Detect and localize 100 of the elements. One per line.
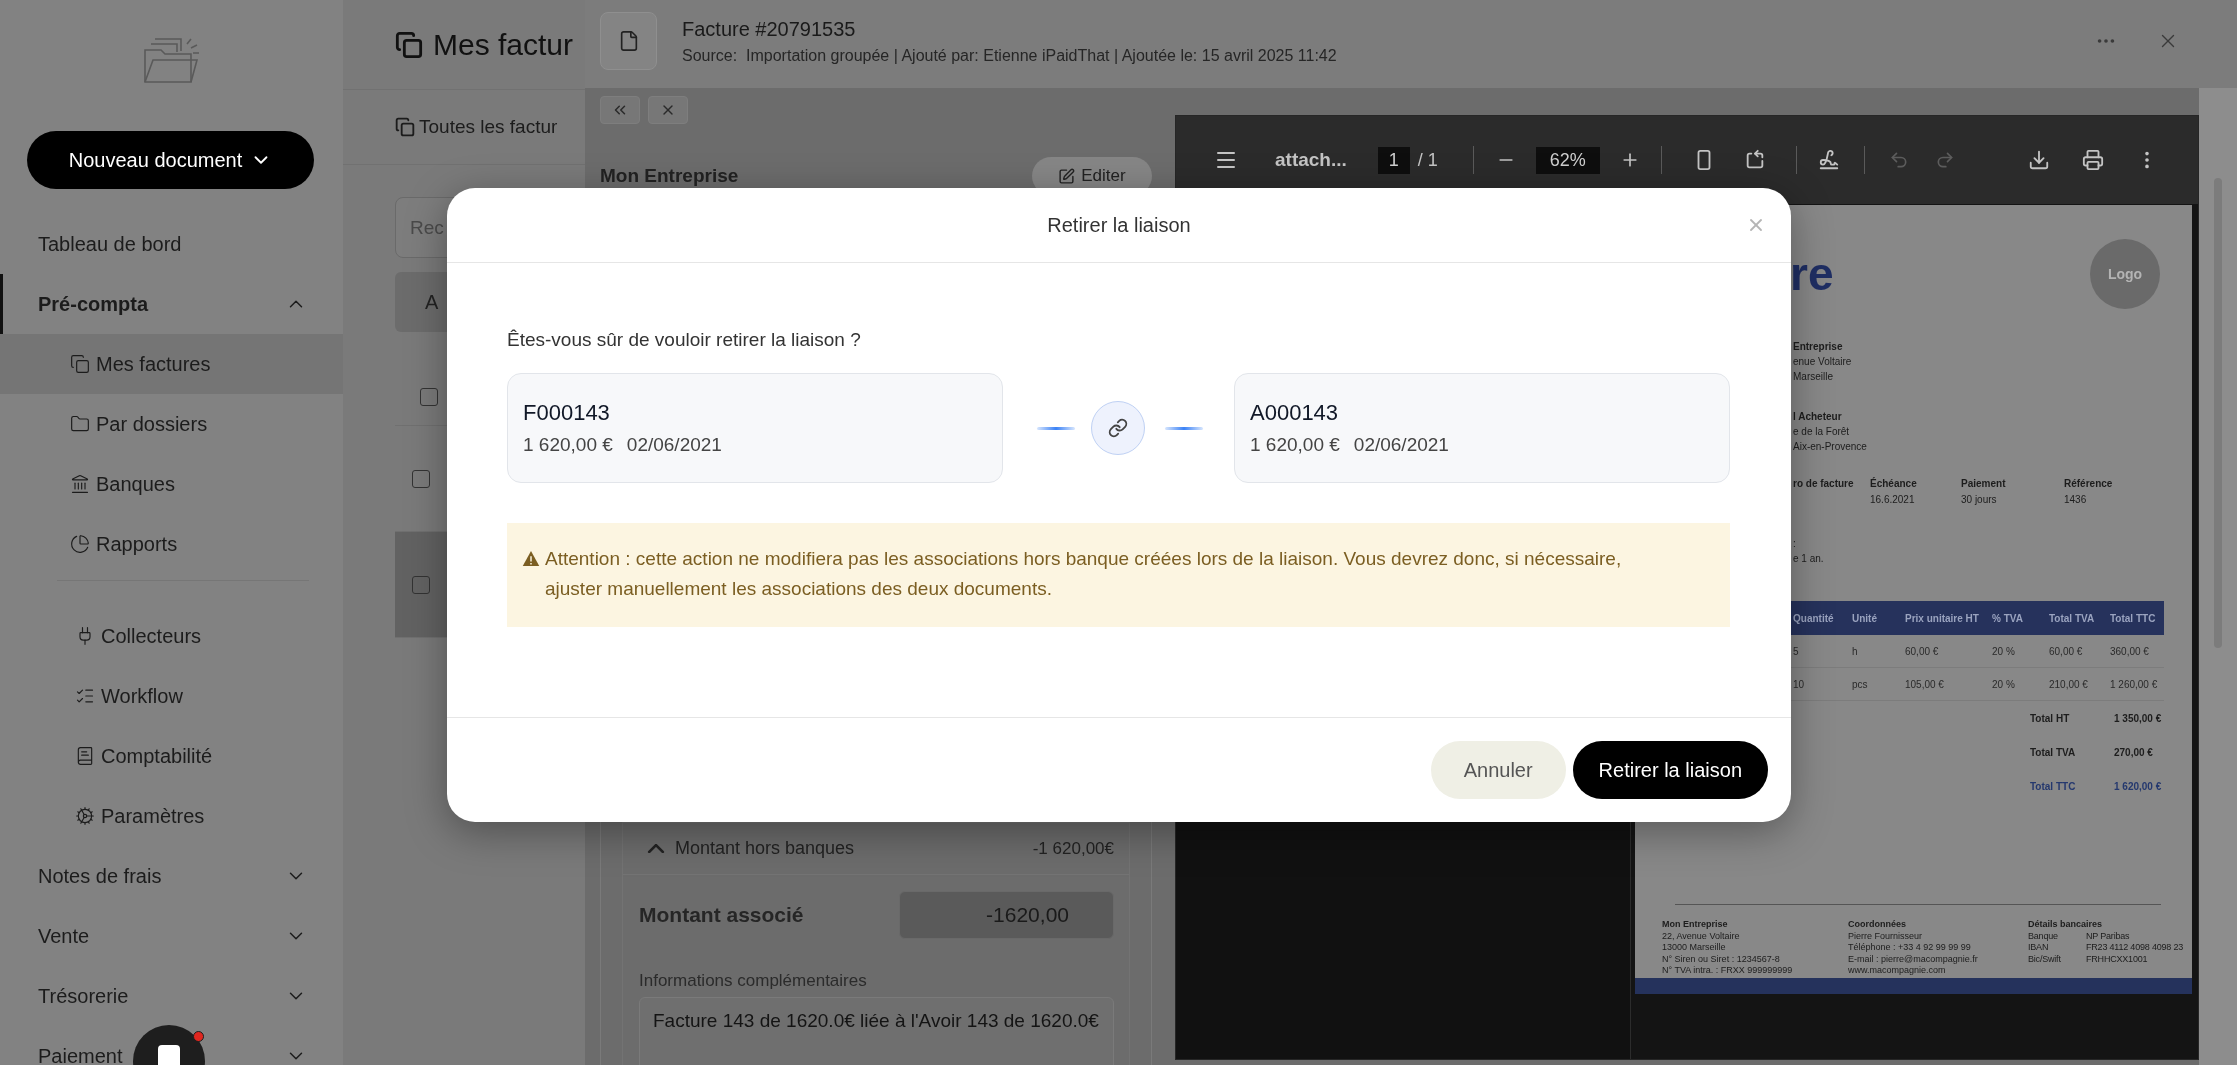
total-label: Total HT xyxy=(2030,712,2071,724)
bank-icon xyxy=(70,474,90,494)
footer-line: 13000 Marseille xyxy=(1662,942,1727,954)
download-icon[interactable] xyxy=(2027,149,2050,171)
copy-icon xyxy=(70,354,90,374)
footer-line: Téléphone : +33 4 92 99 99 99 xyxy=(1848,942,1972,954)
table-cell-text: 60,00 € xyxy=(1905,645,1940,657)
footer-label: Bic/Swift xyxy=(2028,953,2062,965)
table-cell-text: 60,00 € xyxy=(2049,645,2084,657)
dialog-question: Êtes-vous sûr de vouloir retirer la liaison ? xyxy=(507,329,862,351)
amount-label: Montant associé xyxy=(639,903,804,927)
cancel-button[interactable]: Annuler xyxy=(1430,741,1566,799)
footer-heading: Détails bancaires xyxy=(2028,919,2104,931)
buyer-line: l Acheteur xyxy=(1793,410,1843,424)
nav-item[interactable]: Rapports xyxy=(0,514,343,574)
dialog-title: Retirer la liaison xyxy=(1047,213,1191,237)
pie-chart-icon xyxy=(70,534,90,554)
file-icon xyxy=(600,12,657,70)
cog-icon xyxy=(75,806,95,826)
seller-line: Marseille xyxy=(1793,370,1834,384)
copy-icon xyxy=(395,117,415,137)
table-cell-text: 360,00 € xyxy=(2110,645,2150,657)
nav-section[interactable]: Notes de frais xyxy=(0,846,343,906)
section-amount: -1 620,00€ xyxy=(1032,838,1114,859)
pencil-icon xyxy=(1058,167,1076,185)
footer-line: E-mail : pierre@macompagnie.fr xyxy=(1848,953,1979,965)
footer-line: Pierre Fournisseur xyxy=(1848,930,1924,942)
amount-field[interactable]: -1620,00 xyxy=(899,891,1114,939)
page-count: / 1 xyxy=(1417,149,1438,171)
table-cell-text: h xyxy=(1852,645,1859,657)
invoice-source: Source: Importation groupée | Ajouté par: Etienne iPaidThat | Ajoutée le: 15 avril 2025 11:42 xyxy=(682,46,1337,65)
nav-item[interactable]: Banques xyxy=(0,454,343,514)
footer-value: NP Paribas xyxy=(2086,930,2131,942)
seller-line: enue Voltaire xyxy=(1793,355,1853,369)
nav-section[interactable]: Paiement xyxy=(0,1026,343,1065)
buyer-line: e de la Forêt xyxy=(1793,425,1851,439)
confirm-button[interactable]: Retirer la liaison xyxy=(1572,741,1768,799)
table-cell-text: 105,00 € xyxy=(1905,678,1945,690)
note-line: : xyxy=(1793,537,1797,551)
nav-section[interactable]: Pré-compta xyxy=(0,274,343,334)
column-header: Total TTC xyxy=(2110,612,2157,624)
file-name: attach... xyxy=(1275,149,1347,171)
checkbox[interactable] xyxy=(420,388,438,406)
collapse-button[interactable] xyxy=(600,96,640,124)
footer-line: 22, Avenue Voltaire xyxy=(1662,930,1741,942)
company-name: Mon Entreprise xyxy=(600,165,739,187)
table-cell-text: 20 % xyxy=(1992,645,2016,657)
footer-line: www.macompagnie.com xyxy=(1848,965,1947,977)
nav-item[interactable]: Paramètres xyxy=(0,786,343,846)
document-amount: 1 620,00 € xyxy=(523,434,613,456)
checkbox[interactable] xyxy=(412,469,430,488)
column-header: Unité xyxy=(1852,612,1878,624)
nav-item[interactable]: Workflow xyxy=(0,666,343,726)
info-label: Échéance xyxy=(1870,476,1918,491)
warning-text: Attention : cette action ne modifiera pas les associations hors banque créées lors de la liaison. Vous devrez donc, si nécessaire, ajuster manuellement les associations des deux documents. xyxy=(545,547,1623,601)
table-cell-text: 10 xyxy=(1793,678,1806,690)
tab[interactable]: Toutes les factur xyxy=(395,116,558,138)
print-icon[interactable] xyxy=(2081,149,2104,171)
footer-value: FR23 4112 4098 4098 23 xyxy=(2086,942,2185,954)
chat-icon xyxy=(158,1045,180,1065)
new-document-button[interactable]: Nouveau document xyxy=(27,131,314,189)
notes-label: Informations complémentaires xyxy=(639,971,868,991)
logo-text: Logo xyxy=(2107,266,2143,282)
signature-icon[interactable] xyxy=(1817,149,1840,171)
footer-value: FRHHCXX1001 xyxy=(2086,953,2149,965)
notes-field[interactable]: Facture 143 de 1620.0€ liée à l'Avoir 143 de 1620.0€ xyxy=(639,997,1114,1065)
zoom-field[interactable]: 62% xyxy=(1535,146,1600,174)
document-date: 02/06/2021 xyxy=(626,434,722,456)
nav-item[interactable]: Par dossiers xyxy=(0,394,343,454)
info-label: ro de facture xyxy=(1793,477,1855,491)
section-label: Montant hors banques xyxy=(675,838,855,859)
column-header: Prix unitaire HT xyxy=(1905,612,1980,624)
nav-item[interactable]: Tableau de bord xyxy=(0,214,343,274)
page-number-field[interactable]: 1 xyxy=(1377,146,1410,174)
connector-line xyxy=(1165,426,1203,430)
column-header: % TVA xyxy=(1992,612,2024,624)
info-label: Paiement xyxy=(1961,477,2007,491)
section-header[interactable]: Montant hors banques -1 620,00€ xyxy=(623,823,1129,875)
page-title: Mes factur xyxy=(433,27,574,62)
nav-item[interactable]: Mes factures xyxy=(0,334,343,394)
total-label: Total TTC xyxy=(2030,780,2077,792)
nav-section[interactable]: Vente xyxy=(0,906,343,966)
nav-section[interactable]: Trésorerie xyxy=(0,966,343,1026)
checkbox[interactable] xyxy=(412,575,430,594)
note-line: e 1 an. xyxy=(1793,552,1825,566)
document-amount: 1 620,00 € xyxy=(1250,434,1340,456)
buyer-line: Aix-en-Provence xyxy=(1793,440,1868,454)
notification-dot xyxy=(193,1031,204,1042)
link-icon xyxy=(1091,401,1145,455)
chevron-up-icon xyxy=(647,844,665,853)
info-label: Référence xyxy=(2064,477,2114,491)
nav-item[interactable]: Collecteurs xyxy=(0,606,343,666)
total-value: 1 620,00 € xyxy=(2114,780,2163,792)
info-value: 30 jours xyxy=(1961,493,1998,507)
column-header: Quantité xyxy=(1793,612,1835,624)
nav-item[interactable]: Comptabilité xyxy=(0,726,343,786)
connector-line xyxy=(1037,426,1075,430)
column-header: Total TVA xyxy=(2049,612,2096,624)
table-cell-text: 210,00 € xyxy=(2049,678,2089,690)
footer-heading: Mon Entreprise xyxy=(1662,919,1729,931)
